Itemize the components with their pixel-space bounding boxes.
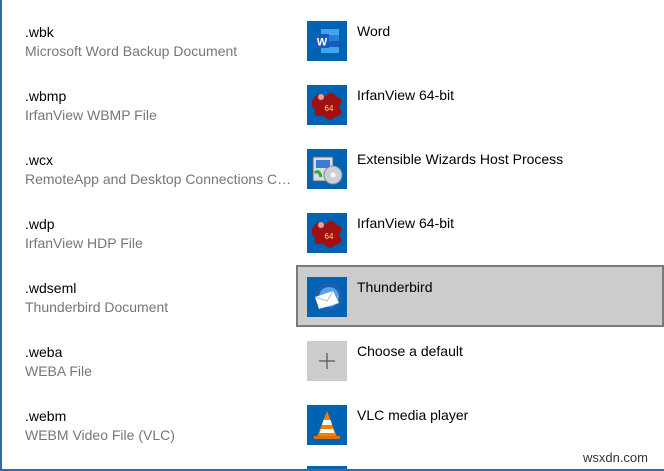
plus-icon: [307, 341, 347, 381]
svg-text:64: 64: [325, 232, 334, 241]
thunderbird-icon: [307, 277, 347, 317]
file-type-row-wbk: .wbk Microsoft Word Backup Document W Wo…: [0, 20, 664, 84]
extension-description: WEBA File: [25, 363, 92, 379]
extension-description: Microsoft Word Backup Document: [25, 43, 238, 59]
app-name: IrfanView 64-bit: [357, 87, 455, 103]
irfanview-icon: 64: [307, 213, 347, 253]
default-app-button[interactable]: W Word: [296, 18, 664, 80]
vlc-icon: [307, 405, 347, 445]
default-app-button[interactable]: Extensible Wizards Host Process: [296, 146, 664, 208]
app-name: VLC media player: [357, 407, 469, 423]
extension-label: .wcx: [25, 152, 53, 168]
app-name: Choose a default: [357, 343, 463, 359]
watermark: wsxdn.com: [582, 450, 648, 465]
wizard-icon: [307, 149, 347, 189]
default-app-button[interactable]: 64 IrfanView 64-bit: [296, 82, 664, 144]
file-type-row-webm: .webm WEBM Video File (VLC) VLC media pl…: [0, 404, 664, 468]
extension-label: .wbmp: [25, 88, 67, 104]
extension-description: Thunderbird Document: [25, 299, 169, 315]
app-name: Extensible Wizards Host Process: [357, 151, 564, 167]
default-app-button[interactable]: 64 IrfanView 64-bit: [296, 210, 664, 272]
app-name: Thunderbird: [357, 279, 433, 295]
extension-description: WEBM Video File (VLC): [25, 427, 175, 443]
extension-label: .weba: [25, 344, 63, 360]
extension-label: .webm: [25, 408, 67, 424]
extension-label: .wbk: [25, 24, 54, 40]
app-name: Word: [357, 23, 391, 39]
app-name: IrfanView 64-bit: [357, 215, 455, 231]
default-app-button-selected[interactable]: Thunderbird: [296, 265, 664, 327]
irfanview-icon: 64: [307, 85, 347, 125]
file-type-row-wdseml: .wdseml Thunderbird Document Thunderbird: [0, 265, 664, 340]
extension-description: IrfanView HDP File: [25, 235, 143, 251]
file-type-row-weba: .weba WEBA File Choose a default: [0, 340, 664, 404]
file-type-row-wcx: .wcx RemoteApp and Desktop Connections C…: [0, 148, 664, 212]
svg-text:64: 64: [325, 104, 334, 113]
word-icon: W: [307, 21, 347, 61]
extension-description: IrfanView WBMP File: [25, 107, 157, 123]
file-type-row-wbmp: .wbmp IrfanView WBMP File 64 IrfanView 6…: [0, 84, 664, 148]
svg-text:W: W: [317, 37, 328, 49]
extension-description: RemoteApp and Desktop Connections Co...: [25, 171, 295, 187]
extension-label: .wdp: [25, 216, 55, 232]
extension-label: .wdseml: [25, 280, 77, 296]
choose-default-button[interactable]: Choose a default: [296, 338, 664, 400]
